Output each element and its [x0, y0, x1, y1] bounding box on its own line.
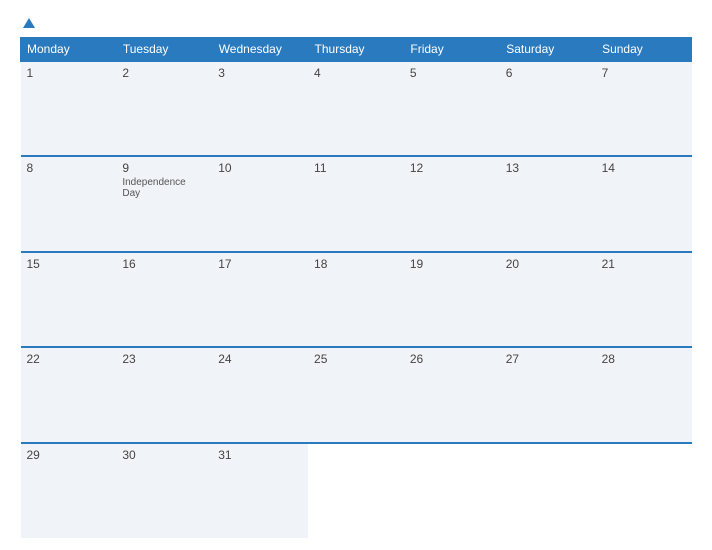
day-number: 3 — [218, 66, 302, 80]
calendar-day-cell: 21 — [596, 252, 692, 347]
calendar-week-row: 1234567 — [21, 61, 692, 156]
day-number: 30 — [122, 448, 206, 462]
calendar-day-cell: 25 — [308, 347, 404, 442]
calendar-day-cell: 4 — [308, 61, 404, 156]
day-number: 4 — [314, 66, 398, 80]
day-number: 23 — [122, 352, 206, 366]
calendar-day-cell: 27 — [500, 347, 596, 442]
day-number: 26 — [410, 352, 494, 366]
calendar-day-cell: 30 — [116, 443, 212, 538]
calendar-day-cell: 28 — [596, 347, 692, 442]
day-number: 17 — [218, 257, 302, 271]
calendar-day-cell: 31 — [212, 443, 308, 538]
day-number: 24 — [218, 352, 302, 366]
day-number: 10 — [218, 161, 302, 175]
day-number: 14 — [602, 161, 686, 175]
calendar-week-row: 22 23 24 25 26 27 28 — [21, 347, 692, 442]
calendar-table: Monday Tuesday Wednesday Thursday Friday… — [20, 37, 692, 538]
calendar-week-row: 29 30 31 — [21, 443, 692, 538]
day-number: 31 — [218, 448, 302, 462]
day-number: 18 — [314, 257, 398, 271]
calendar-day-cell: 16 — [116, 252, 212, 347]
calendar-day-cell: 8 — [21, 156, 117, 251]
day-number: 5 — [410, 66, 494, 80]
weekday-thursday: Thursday — [308, 38, 404, 62]
calendar-day-cell: 26 — [404, 347, 500, 442]
logo — [20, 18, 35, 29]
event-label: Independence Day — [122, 177, 206, 199]
calendar-day-cell: 6 — [500, 61, 596, 156]
calendar-day-cell: 23 — [116, 347, 212, 442]
calendar-day-cell: 12 — [404, 156, 500, 251]
calendar-day-cell: 24 — [212, 347, 308, 442]
calendar-day-cell: 17 — [212, 252, 308, 347]
calendar-week-row: 89 Independence Day 10 11 12 13 14 — [21, 156, 692, 251]
calendar-day-cell: 22 — [21, 347, 117, 442]
calendar-day-cell: 18 — [308, 252, 404, 347]
calendar-day-cell: 9 Independence Day — [116, 156, 212, 251]
day-number: 13 — [506, 161, 590, 175]
weekday-saturday: Saturday — [500, 38, 596, 62]
day-number: 9 — [122, 161, 206, 175]
day-number: 19 — [410, 257, 494, 271]
calendar-day-cell: 14 — [596, 156, 692, 251]
weekday-monday: Monday — [21, 38, 117, 62]
calendar-week-row: 15 16 17 18 19 20 21 — [21, 252, 692, 347]
day-number: 16 — [122, 257, 206, 271]
day-number: 2 — [122, 66, 206, 80]
calendar-day-cell — [500, 443, 596, 538]
calendar-page: Monday Tuesday Wednesday Thursday Friday… — [0, 0, 712, 550]
calendar-day-cell: 15 — [21, 252, 117, 347]
day-number: 15 — [27, 257, 111, 271]
day-number: 27 — [506, 352, 590, 366]
calendar-day-cell — [596, 443, 692, 538]
weekday-friday: Friday — [404, 38, 500, 62]
weekday-header-row: Monday Tuesday Wednesday Thursday Friday… — [21, 38, 692, 62]
calendar-day-cell: 1 — [21, 61, 117, 156]
day-number: 21 — [602, 257, 686, 271]
calendar-day-cell: 20 — [500, 252, 596, 347]
calendar-day-cell: 7 — [596, 61, 692, 156]
day-number: 29 — [27, 448, 111, 462]
logo-blue-text — [20, 18, 35, 29]
day-number: 6 — [506, 66, 590, 80]
calendar-day-cell: 19 — [404, 252, 500, 347]
calendar-day-cell — [308, 443, 404, 538]
day-number: 22 — [27, 352, 111, 366]
calendar-day-cell: 2 — [116, 61, 212, 156]
calendar-day-cell: 13 — [500, 156, 596, 251]
day-number: 28 — [602, 352, 686, 366]
day-number: 20 — [506, 257, 590, 271]
calendar-day-cell: 10 — [212, 156, 308, 251]
calendar-day-cell: 29 — [21, 443, 117, 538]
day-number: 7 — [602, 66, 686, 80]
day-number: 25 — [314, 352, 398, 366]
calendar-day-cell: 11 — [308, 156, 404, 251]
calendar-day-cell: 5 — [404, 61, 500, 156]
day-number: 12 — [410, 161, 494, 175]
calendar-header — [20, 18, 692, 29]
day-number: 1 — [27, 66, 111, 80]
calendar-day-cell: 3 — [212, 61, 308, 156]
weekday-wednesday: Wednesday — [212, 38, 308, 62]
day-number: 8 — [27, 161, 111, 175]
day-number: 11 — [314, 161, 398, 175]
calendar-body: 123456789Independence Day101112131415161… — [21, 61, 692, 538]
calendar-day-cell — [404, 443, 500, 538]
logo-triangle-icon — [23, 18, 35, 28]
weekday-sunday: Sunday — [596, 38, 692, 62]
weekday-tuesday: Tuesday — [116, 38, 212, 62]
